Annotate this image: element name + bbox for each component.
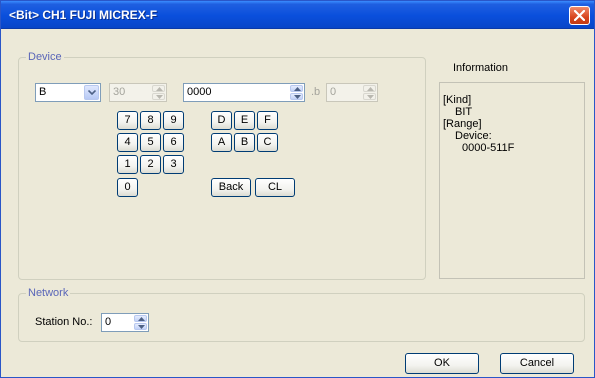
arrow-up-icon: [294, 87, 301, 91]
station-number-value: 0: [105, 316, 112, 328]
station-number-label: Station No.:: [35, 316, 93, 328]
key-3[interactable]: 3: [163, 155, 184, 174]
arrow-up-icon: [156, 87, 163, 91]
key-a[interactable]: A: [211, 133, 232, 152]
key-8[interactable]: 8: [140, 111, 161, 130]
bit-value: 0: [330, 86, 337, 98]
info-kind-value: BIT: [455, 106, 473, 118]
close-button[interactable]: [569, 6, 590, 25]
station-number-spinner[interactable]: 0: [101, 313, 149, 332]
device-group: Device B 30 0000 .b 0 7 8 9 4 5 6 1 2 3 …: [18, 51, 426, 280]
network-group: Network Station No.: 0: [18, 287, 585, 342]
device-type-dropdown-button[interactable]: [84, 85, 99, 100]
key-e[interactable]: E: [234, 111, 255, 130]
clear-button[interactable]: CL: [255, 178, 295, 197]
address-value: 0000: [187, 86, 212, 98]
dialog-window: <Bit> CH1 FUJI MICREX-F Device B 30 0000…: [0, 0, 595, 378]
info-range-heading: [Range]: [443, 118, 482, 130]
key-d[interactable]: D: [211, 111, 232, 130]
key-4[interactable]: 4: [117, 133, 138, 152]
bit-separator-label: .b: [311, 86, 321, 98]
arrow-down-icon: [156, 95, 163, 99]
close-icon: [574, 10, 585, 21]
device-type-select[interactable]: B: [35, 83, 101, 102]
window-title: <Bit> CH1 FUJI MICREX-F: [9, 8, 158, 22]
cancel-button[interactable]: Cancel: [500, 353, 574, 374]
station-spin-down[interactable]: [134, 323, 147, 330]
key-7[interactable]: 7: [117, 111, 138, 130]
key-2[interactable]: 2: [140, 155, 161, 174]
bit-spinner[interactable]: 0: [326, 83, 378, 102]
address-spin-up[interactable]: [290, 85, 303, 92]
dialog-body: Device B 30 0000 .b 0 7 8 9 4 5 6 1 2 3 …: [4, 29, 591, 375]
key-0[interactable]: 0: [117, 178, 138, 197]
key-c[interactable]: C: [257, 133, 278, 152]
arrow-up-icon: [367, 87, 374, 91]
channel-spinner[interactable]: 30: [109, 83, 167, 102]
information-panel: [Kind] BIT [Range] Device: 0000-511F: [439, 82, 585, 279]
channel-spin-down[interactable]: [152, 93, 165, 100]
bit-spin-down[interactable]: [363, 93, 376, 100]
bit-spin-up[interactable]: [363, 85, 376, 92]
device-group-legend: Device: [26, 51, 64, 63]
station-spin-up[interactable]: [134, 315, 147, 322]
info-kind-heading: [Kind]: [443, 94, 472, 106]
info-range-value: 0000-511F: [462, 142, 515, 154]
key-f[interactable]: F: [257, 111, 278, 130]
key-9[interactable]: 9: [163, 111, 184, 130]
key-6[interactable]: 6: [163, 133, 184, 152]
arrow-down-icon: [294, 95, 301, 99]
info-range-label: Device:: [455, 130, 492, 142]
arrow-up-icon: [138, 317, 145, 321]
information-label: Information: [453, 62, 509, 74]
chevron-down-icon: [88, 90, 96, 95]
key-1[interactable]: 1: [117, 155, 138, 174]
address-spinner[interactable]: 0000: [183, 83, 305, 102]
device-type-value: B: [39, 86, 47, 98]
ok-button[interactable]: OK: [405, 353, 479, 374]
back-button[interactable]: Back: [211, 178, 251, 197]
channel-spin-up[interactable]: [152, 85, 165, 92]
address-spin-down[interactable]: [290, 93, 303, 100]
arrow-down-icon: [367, 95, 374, 99]
key-b[interactable]: B: [234, 133, 255, 152]
network-group-legend: Network: [26, 287, 71, 299]
title-bar[interactable]: <Bit> CH1 FUJI MICREX-F: [1, 1, 594, 29]
key-5[interactable]: 5: [140, 133, 161, 152]
channel-value: 30: [113, 86, 126, 98]
arrow-down-icon: [138, 325, 145, 329]
